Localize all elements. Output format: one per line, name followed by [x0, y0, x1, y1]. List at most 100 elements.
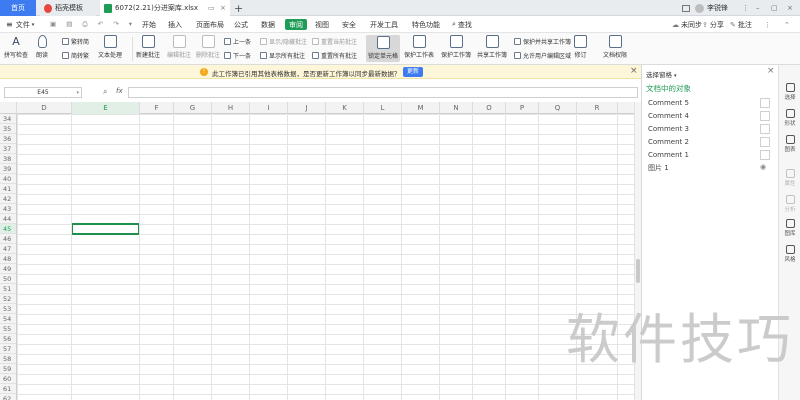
- column-header-g[interactable]: G: [174, 102, 212, 114]
- track-changes-button[interactable]: 修订: [574, 35, 587, 59]
- menu-security[interactable]: 安全: [342, 16, 356, 33]
- show-hide-comment-button[interactable]: 显示/隐藏批注: [260, 37, 307, 46]
- window-tiles-icon[interactable]: [682, 0, 690, 16]
- scrollbar-thumb[interactable]: [636, 259, 640, 283]
- pane-object-item[interactable]: 图片 1 ◉: [648, 162, 770, 174]
- row-header-54[interactable]: 54: [0, 314, 16, 324]
- column-header-d[interactable]: D: [17, 102, 72, 114]
- protect-sheet-button[interactable]: 保护工作表: [404, 35, 434, 59]
- selected-cell[interactable]: [71, 223, 140, 235]
- row-header-41[interactable]: 41: [0, 184, 16, 194]
- column-header-h[interactable]: H: [212, 102, 250, 114]
- row-header-60[interactable]: 60: [0, 374, 16, 384]
- right-strip-gallery[interactable]: 图库: [779, 219, 800, 237]
- visibility-toggle[interactable]: [760, 124, 770, 134]
- select-all-corner[interactable]: [0, 102, 17, 114]
- row-header-38[interactable]: 38: [0, 154, 16, 164]
- text-processing-button[interactable]: 文本处理: [98, 35, 122, 59]
- row-header-58[interactable]: 58: [0, 354, 16, 364]
- visibility-toggle[interactable]: [760, 98, 770, 108]
- column-header-i[interactable]: I: [250, 102, 288, 114]
- row-header-61[interactable]: 61: [0, 384, 16, 394]
- menu-data[interactable]: 数据: [261, 16, 275, 33]
- pane-object-item[interactable]: Comment 2: [648, 136, 770, 148]
- pane-object-item[interactable]: Comment 3: [648, 123, 770, 135]
- row-header-50[interactable]: 50: [0, 274, 16, 284]
- user-avatar[interactable]: 李锐锋: [695, 0, 728, 16]
- file-menu[interactable]: ≡ 文件 ▾: [6, 16, 34, 33]
- reset-all-comments-button[interactable]: 重置所有批注: [312, 51, 357, 60]
- row-header-48[interactable]: 48: [0, 254, 16, 264]
- visibility-toggle[interactable]: [760, 137, 770, 147]
- column-header-j[interactable]: J: [288, 102, 326, 114]
- spellcheck-button[interactable]: A 拼写检查: [4, 35, 28, 59]
- column-header-m[interactable]: M: [402, 102, 440, 114]
- column-header-f[interactable]: F: [140, 102, 174, 114]
- column-header-q[interactable]: Q: [539, 102, 577, 114]
- menu-features[interactable]: 特色功能: [412, 16, 440, 33]
- monitor-icon[interactable]: ▭: [208, 4, 215, 12]
- pane-object-item[interactable]: Comment 5: [648, 97, 770, 109]
- row-header-55[interactable]: 55: [0, 324, 16, 334]
- row-header-59[interactable]: 59: [0, 364, 16, 374]
- pane-object-item[interactable]: Comment 4: [648, 110, 770, 122]
- row-header-57[interactable]: 57: [0, 344, 16, 354]
- protect-workbook-button[interactable]: 保护工作簿: [441, 35, 471, 59]
- new-comment-button[interactable]: 新建批注: [136, 35, 160, 59]
- row-header-39[interactable]: 39: [0, 164, 16, 174]
- doc-permissions-button[interactable]: 文档权限: [603, 35, 627, 59]
- update-button[interactable]: 更新: [403, 67, 423, 77]
- name-box[interactable]: E45 ▾: [4, 87, 82, 98]
- menu-view[interactable]: 视图: [315, 16, 329, 33]
- lock-cell-button[interactable]: 锁定单元格: [366, 35, 401, 62]
- row-header-49[interactable]: 49: [0, 264, 16, 274]
- row-header-35[interactable]: 35: [0, 124, 16, 134]
- close-pane-icon[interactable]: ×: [767, 66, 775, 76]
- row-header-43[interactable]: 43: [0, 204, 16, 214]
- visibility-toggle[interactable]: [760, 150, 770, 160]
- menu-more-icon[interactable]: ⋮: [742, 0, 749, 16]
- tab-file[interactable]: 6072(2.21)分进案库.xlsx ▭ ×: [100, 0, 230, 16]
- share-button[interactable]: ⇪ 分享: [702, 16, 724, 33]
- zoom-icon[interactable]: ⌕: [103, 87, 107, 97]
- column-header-e[interactable]: E: [72, 102, 140, 114]
- menu-developer[interactable]: 开发工具: [370, 16, 398, 33]
- menu-start[interactable]: 开始: [142, 16, 156, 33]
- row-header-42[interactable]: 42: [0, 194, 16, 204]
- quick-access-toolbar[interactable]: ▣ ▤ ⎙ ↶ ↷ ▾: [50, 16, 136, 33]
- collapse-ribbon-icon[interactable]: ⌃: [784, 16, 790, 33]
- right-strip-chart[interactable]: 图表: [779, 135, 800, 153]
- delete-comment-button[interactable]: 删除批注: [196, 35, 220, 59]
- pane-object-item[interactable]: Comment 1: [648, 149, 770, 161]
- column-header-r[interactable]: R: [577, 102, 618, 114]
- column-header-o[interactable]: O: [473, 102, 506, 114]
- right-strip-select[interactable]: 选择: [779, 83, 800, 101]
- menu-page-layout[interactable]: 页面布局: [196, 16, 224, 33]
- menu-formulas[interactable]: 公式: [234, 16, 248, 33]
- fx-icon[interactable]: fx: [116, 87, 123, 95]
- menu-review[interactable]: 审阅: [285, 19, 307, 30]
- show-all-comments-button[interactable]: 显示所有批注: [260, 51, 305, 60]
- sync-status[interactable]: ☁ 未同步: [672, 16, 702, 33]
- allow-edit-ranges-button[interactable]: 允许用户编辑区域: [514, 51, 571, 60]
- row-header-37[interactable]: 37: [0, 144, 16, 154]
- row-header-56[interactable]: 56: [0, 334, 16, 344]
- new-tab-button[interactable]: +: [234, 0, 243, 16]
- tab-home[interactable]: 首页: [0, 0, 36, 16]
- visibility-toggle[interactable]: [760, 111, 770, 121]
- pane-header[interactable]: 选择窗格 ▾: [646, 69, 677, 79]
- next-comment-button[interactable]: 下一条: [224, 51, 251, 60]
- cell-area[interactable]: [17, 114, 634, 400]
- trad-to-simp-button[interactable]: 繁转简: [62, 37, 89, 46]
- row-header-62[interactable]: 62: [0, 394, 16, 400]
- row-header-47[interactable]: 47: [0, 244, 16, 254]
- read-aloud-button[interactable]: 朗读: [36, 35, 48, 59]
- reset-current-comment-button[interactable]: 重置当前批注: [312, 37, 357, 46]
- column-header-l[interactable]: L: [364, 102, 402, 114]
- row-header-34[interactable]: 34: [0, 114, 16, 124]
- right-strip-properties[interactable]: 属性: [779, 169, 800, 187]
- spreadsheet-grid[interactable]: DEFGHIJKLMNOPQR 34 35 36 37 38 39 40 41 42 43 44 45…: [0, 102, 634, 400]
- more-icon[interactable]: ⋮: [764, 16, 771, 33]
- column-header-k[interactable]: K: [326, 102, 364, 114]
- right-strip-shape[interactable]: 形状: [779, 109, 800, 127]
